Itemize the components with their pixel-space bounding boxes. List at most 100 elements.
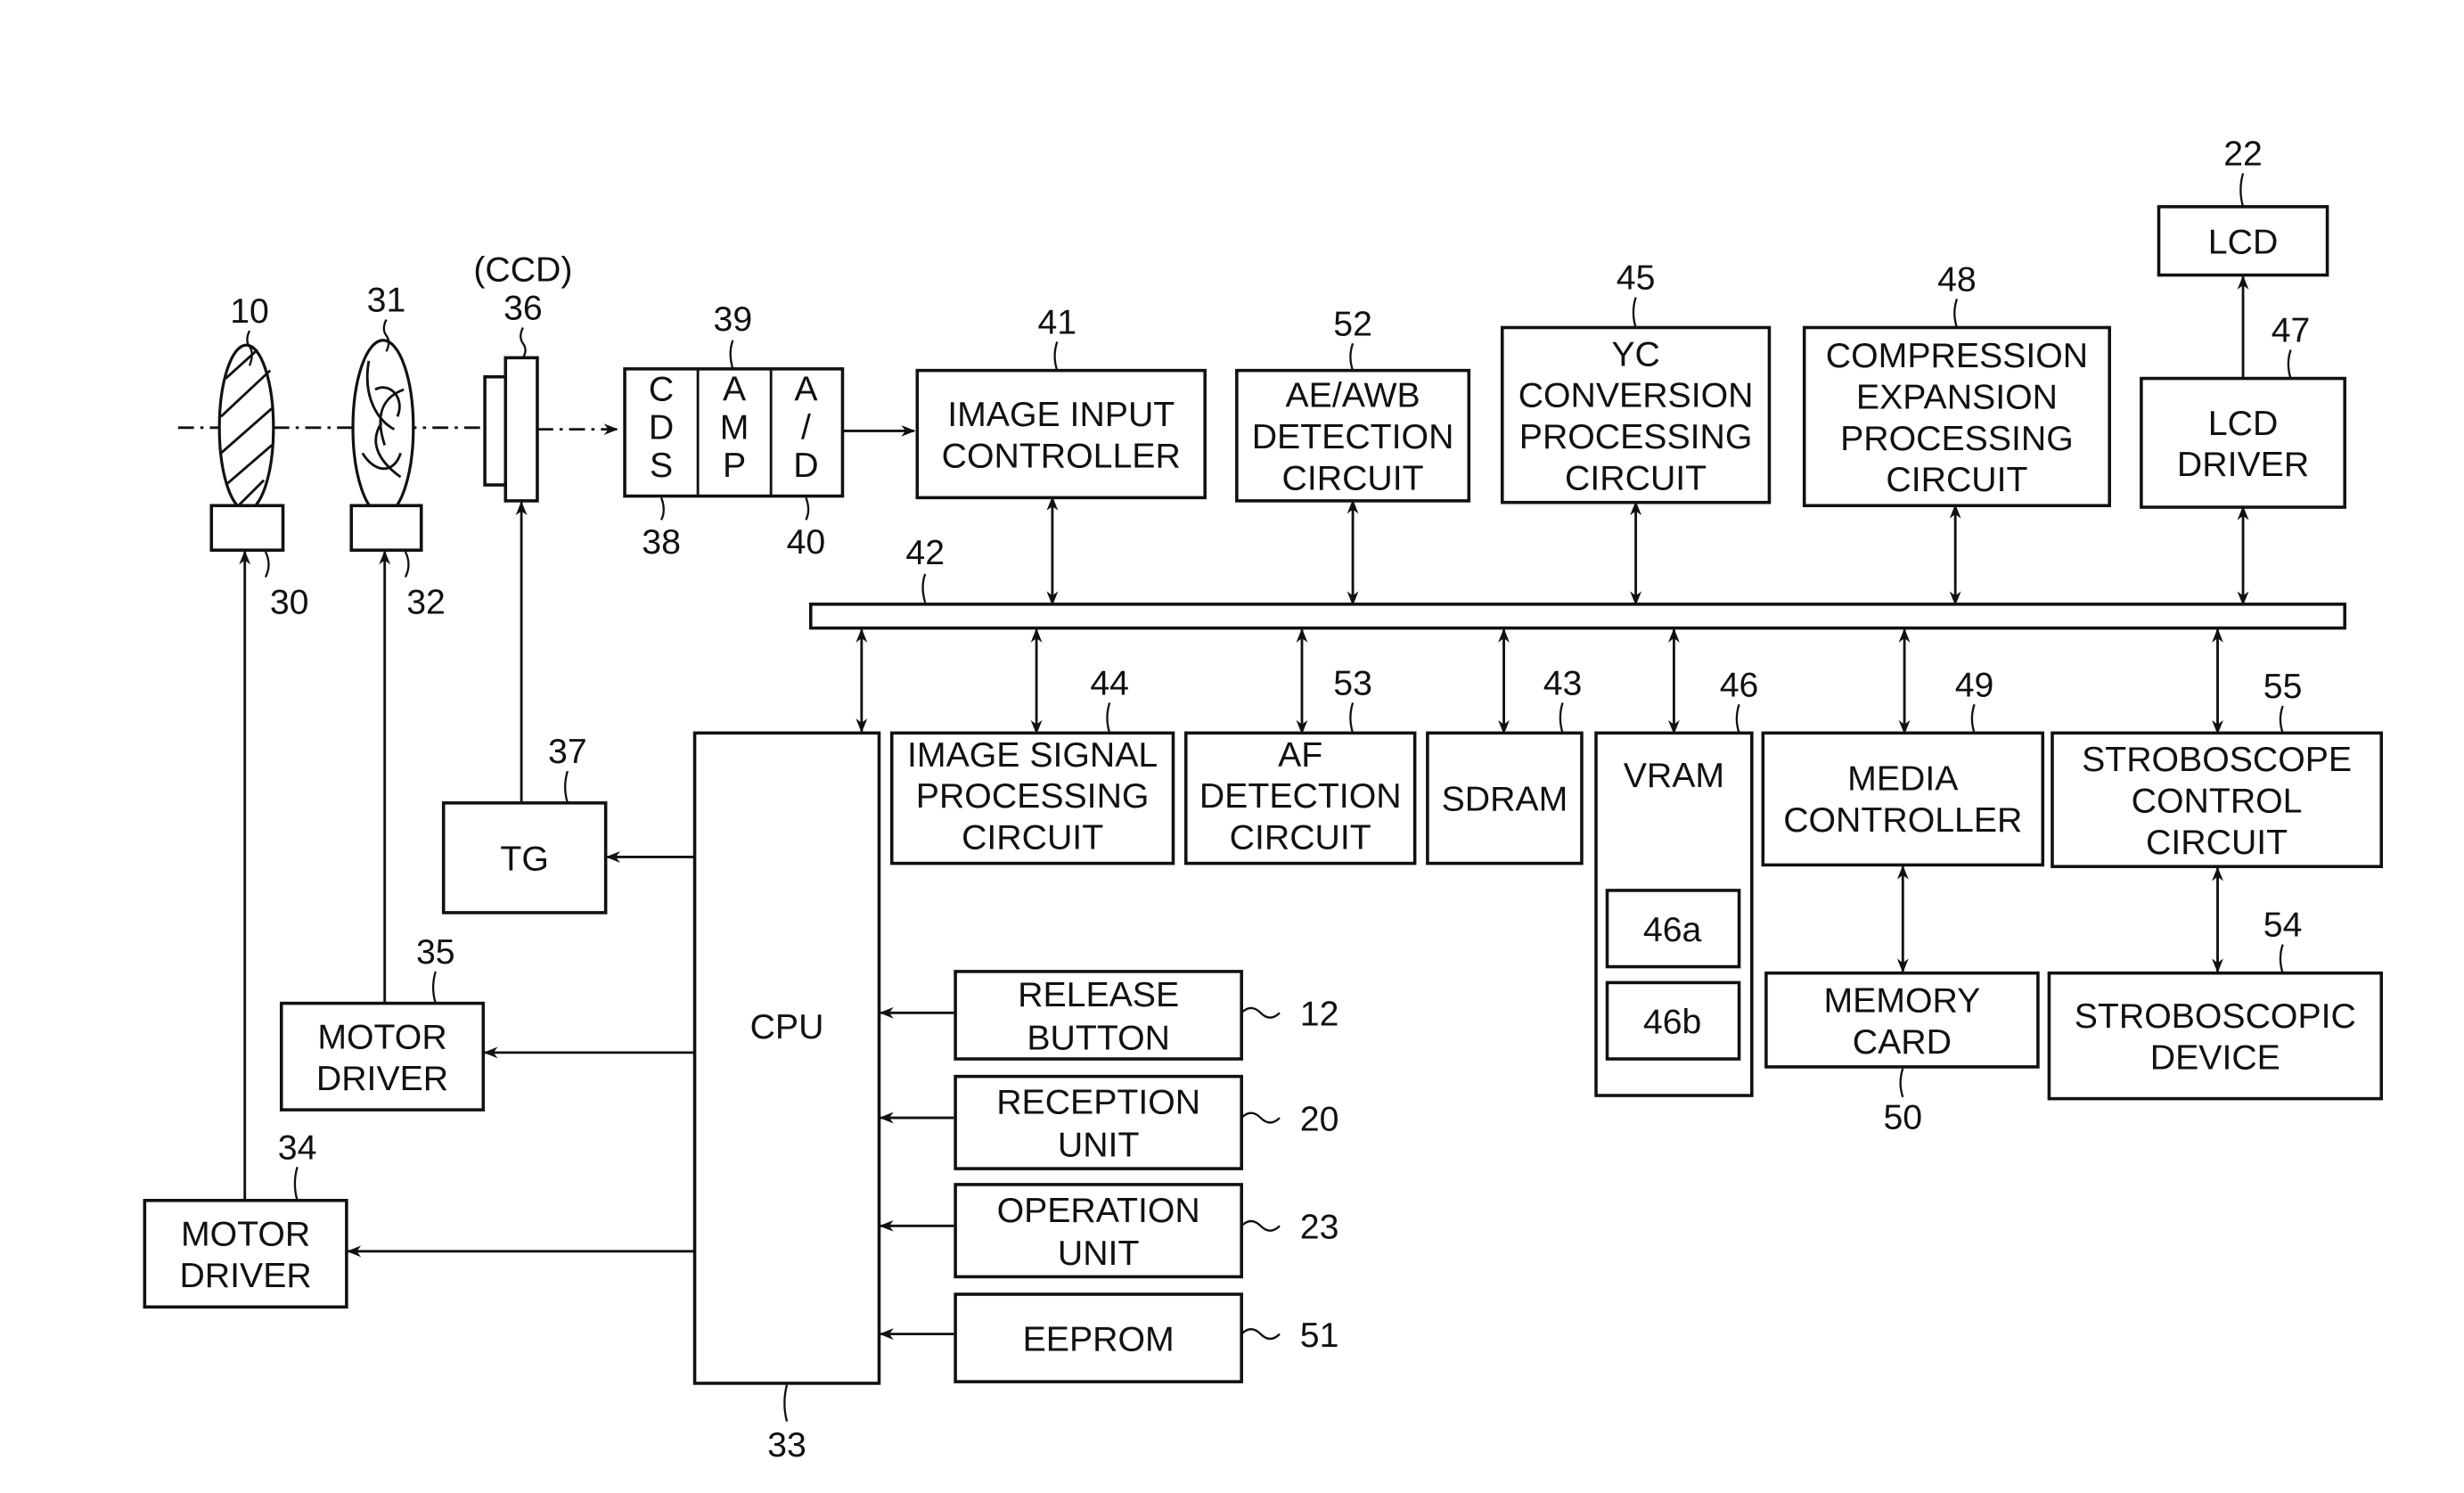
image-signal-processing-circuit: IMAGE SIGNALPROCESSINGCIRCUIT [889, 731, 1175, 865]
operation-unit-label-line: UNIT [1058, 1234, 1140, 1273]
ref-55: 55 [2263, 667, 2303, 706]
analog-front-end: CDSAMPA/D 39 38 40 [623, 299, 845, 562]
stroboscopic-device: STROBOSCOPICDEVICE [2047, 971, 2384, 1101]
ref-49: 49 [1955, 665, 1994, 704]
vram-sub-46b: 46b [1605, 980, 1741, 1061]
ref-10: 10 [230, 291, 269, 331]
ref-42: 42 [905, 533, 945, 572]
ref-12: 12 [1300, 995, 1339, 1034]
afe-cell-letter: C [649, 370, 674, 409]
stroboscope-control-circuit-label-line: CIRCUIT [2146, 823, 2288, 862]
yc-conversion-processing-circuit: YCCONVERSIONPROCESSINGCIRCUIT [1500, 325, 1772, 505]
reception-unit: RECEPTION UNIT [954, 1074, 1243, 1170]
compression-expansion-processing-circuit-label-line: PROCESSING [1840, 419, 2074, 458]
vram-sub-label: 46a [1643, 910, 1702, 949]
memory-card-label-line: CARD [1853, 1022, 1952, 1062]
afe-cell-letter: A [794, 370, 818, 409]
lcd-driver-label-line: LCD [2208, 404, 2279, 443]
ref-43: 43 [1543, 664, 1583, 703]
image-input-controller-label-line: IMAGE INPUT [947, 395, 1175, 434]
ref-47: 47 [2272, 311, 2311, 350]
yc-conversion-processing-circuit-label-line: CIRCUIT [1565, 458, 1707, 497]
afe-cell-letter: P [723, 446, 746, 485]
operation-unit: OPERATION UNIT [954, 1183, 1243, 1279]
vram-sub-label: 46b [1643, 1002, 1701, 1041]
ref-53: 53 [1333, 664, 1372, 703]
eeprom-label-line: EEPROM [1023, 1319, 1175, 1358]
release-button-label-line: RELEASE [1018, 975, 1179, 1014]
ref-38: 38 [642, 522, 681, 562]
ref-45: 45 [1617, 258, 1656, 298]
afe-cell-letter: S [650, 446, 673, 485]
ref-30: 30 [270, 583, 309, 622]
ref-20: 20 [1300, 1099, 1339, 1138]
image-input-controller: IMAGE INPUTCONTROLLER [915, 368, 1207, 500]
motor-driver-35-label-line: DRIVER [316, 1059, 448, 1098]
sdram-label-line: SDRAM [1442, 780, 1568, 819]
reception-unit-label-line: UNIT [1058, 1126, 1140, 1165]
vram-label-line: VRAM [1624, 756, 1724, 795]
memory-card: MEMORYCARD [1764, 971, 2040, 1069]
image-signal-processing-circuit-label-line: IMAGE SIGNAL [907, 735, 1158, 775]
af-detection-circuit-label-line: CIRCUIT [1230, 818, 1371, 857]
ref-23: 23 [1300, 1208, 1339, 1247]
tg-label-line: TG [500, 840, 548, 879]
ref-48: 48 [1937, 259, 1977, 299]
stroboscope-control-circuit: STROBOSCOPECONTROLCIRCUIT [2051, 731, 2384, 868]
afe-cell-letter: M [720, 407, 749, 447]
ref-51: 51 [1300, 1316, 1339, 1355]
afe-cell-letter: A [723, 370, 747, 409]
ae-awb-detection-circuit-label-line: CIRCUIT [1282, 458, 1424, 497]
stroboscope-control-circuit-label-line: CONTROL [2132, 782, 2303, 821]
ccd: (CCD) 36 [473, 250, 572, 503]
motor-driver-34: MOTORDRIVER [143, 1198, 348, 1309]
eeprom: EEPROM [954, 1292, 1243, 1383]
cpu-box [692, 731, 881, 1385]
release-button-label-line: BUTTON [1027, 1018, 1170, 1057]
ref-36: 36 [503, 289, 543, 328]
ref-22: 22 [2223, 135, 2263, 174]
media-controller: MEDIACONTROLLER [1761, 731, 2045, 867]
release-button: RELEASE BUTTON [954, 970, 1243, 1061]
ref-44: 44 [1090, 664, 1129, 703]
lcd: LCD [2157, 205, 2329, 277]
ref-40: 40 [787, 522, 826, 562]
af-detection-circuit: AFDETECTIONCIRCUIT [1183, 731, 1417, 865]
ref-31: 31 [367, 281, 406, 320]
ref-52: 52 [1333, 304, 1372, 343]
ae-awb-detection-circuit: AE/AWBDETECTIONCIRCUIT [1235, 368, 1471, 503]
ae-awb-detection-circuit-label-line: AE/AWB [1285, 376, 1420, 415]
yc-conversion-processing-circuit-label-line: CONVERSION [1519, 376, 1754, 415]
sdram: SDRAM [1426, 731, 1584, 865]
operation-unit-label-line: OPERATION [997, 1191, 1200, 1230]
aperture-motor [349, 504, 423, 552]
motor-driver-34-label-line: DRIVER [179, 1256, 311, 1295]
media-controller-label-line: CONTROLLER [1783, 800, 2022, 840]
ref-32: 32 [406, 583, 446, 622]
ref-35: 35 [416, 932, 455, 972]
aperture: 31 32 [349, 281, 446, 622]
media-controller-label-line: MEDIA [1847, 759, 1959, 799]
ref-46: 46 [1720, 665, 1759, 704]
ref-50: 50 [1883, 1098, 1922, 1137]
stroboscopic-device-label-line: STROBOSCOPIC [2075, 997, 2356, 1036]
lens-motor [209, 504, 285, 552]
lcd-driver: LCDDRIVER [2140, 376, 2346, 509]
compression-expansion-processing-circuit-label-line: EXPANSION [1856, 377, 2058, 416]
ref-39: 39 [714, 299, 753, 339]
yc-conversion-processing-circuit-label-line: PROCESSING [1519, 417, 1753, 456]
compression-expansion-processing-circuit-label-line: CIRCUIT [1886, 460, 2027, 499]
ref-33: 33 [767, 1425, 806, 1464]
compression-expansion-processing-circuit: COMPRESSIONEXPANSIONPROCESSINGCIRCUIT [1802, 325, 2111, 508]
cpu-label-line: CPU [750, 1007, 824, 1046]
ae-awb-detection-circuit-label-line: DETECTION [1252, 417, 1454, 456]
cpu: CPU [692, 731, 881, 1385]
motor-driver-35-label-line: MOTOR [317, 1017, 446, 1056]
media-controller-box [1761, 731, 2045, 867]
stroboscopic-device-label-line: DEVICE [2150, 1038, 2280, 1078]
tg: TG [441, 801, 608, 915]
ref-34: 34 [278, 1128, 317, 1167]
stroboscope-control-circuit-label-line: STROBOSCOPE [2082, 740, 2352, 779]
motor-driver-34-label-line: MOTOR [181, 1215, 310, 1254]
memory-card-label-line: MEMORY [1823, 980, 1980, 1020]
